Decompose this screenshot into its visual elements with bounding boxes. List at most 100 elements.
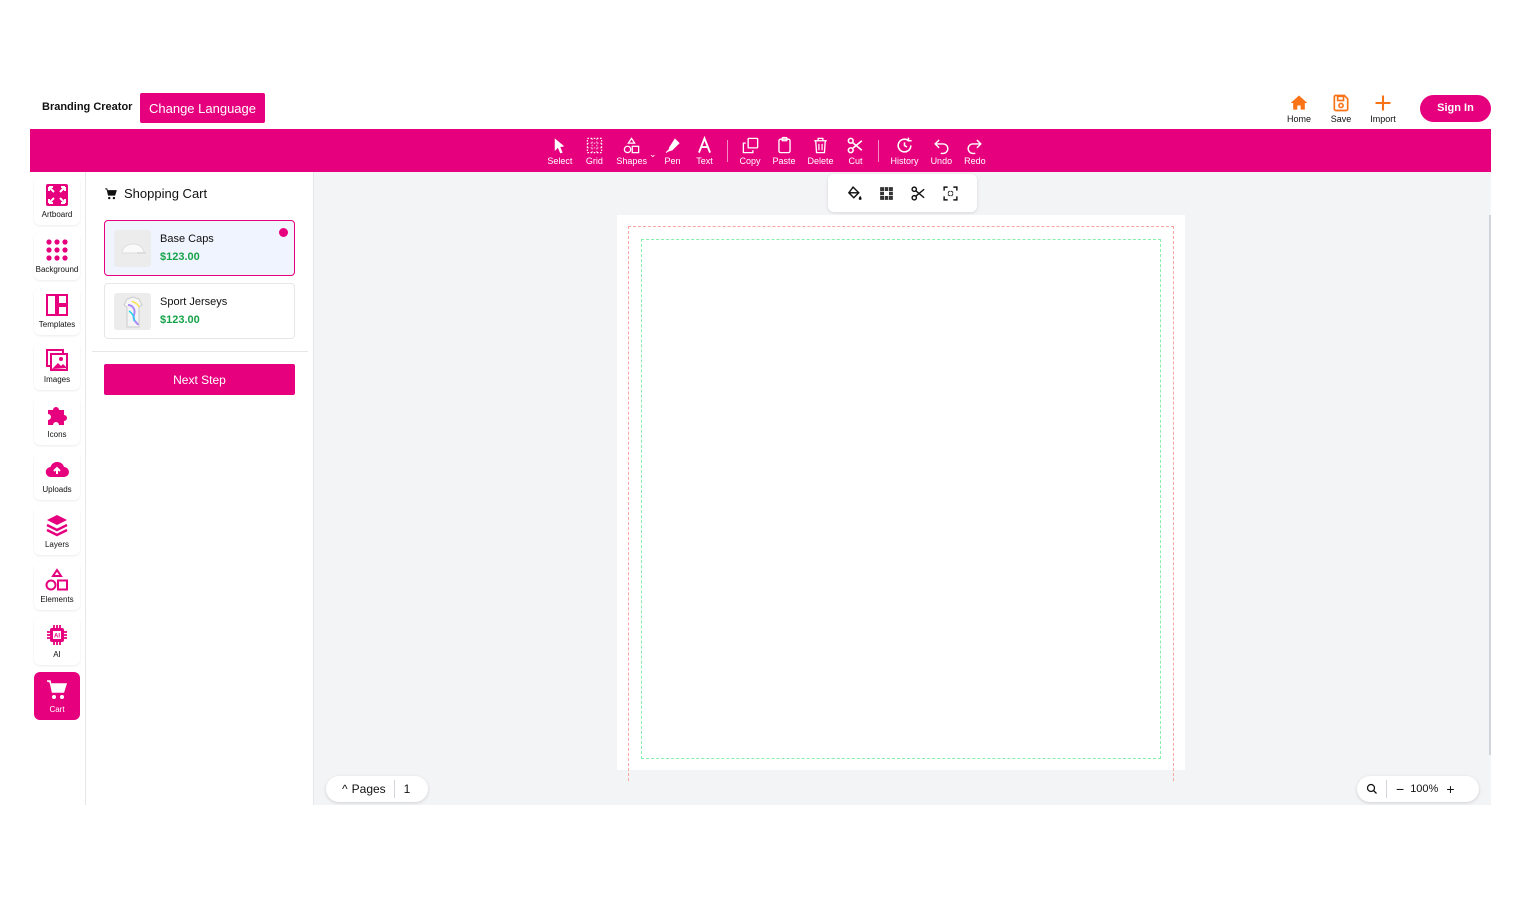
sidebar-item-label: Icons [47,430,67,439]
sidebar-item-ai[interactable]: AI AI [34,617,80,665]
zoom-search-button[interactable] [1357,780,1387,798]
cart-item[interactable]: Base Caps $123.00 [104,220,295,276]
sidebar-item-label: Background [35,265,79,274]
pen-label: Pen [664,155,681,166]
history-tool[interactable]: History [885,136,925,166]
text-tool[interactable]: Text [689,135,721,166]
undo-icon [933,138,949,154]
left-sidebar: Artboard Background Templates Images Ico… [30,172,86,805]
shapes-label: Shapes [616,155,647,166]
paste-tool[interactable]: Paste [767,136,802,166]
product-price: $123.00 [160,314,200,326]
grid-icon [586,137,603,153]
sidebar-item-uploads[interactable]: Uploads [34,452,80,500]
cursor-icon [555,137,565,153]
save-label: Save [1330,113,1352,124]
dots-grid-icon [46,239,68,261]
chip-icon: AI [47,625,67,645]
undo-label: Undo [930,155,953,166]
images-icon [46,349,68,371]
change-language-button[interactable]: Change Language [140,93,265,123]
divider [92,351,308,352]
zoom-out-button[interactable]: − [1387,781,1410,797]
cart-item[interactable]: Sport Jerseys $123.00 [104,283,295,339]
sidebar-item-label: Layers [44,540,69,549]
crop-frame-icon[interactable] [942,185,959,202]
pages-control[interactable]: ^ Pages 1 [326,776,428,802]
scissors-icon[interactable] [910,185,927,202]
sidebar-item-label: Templates [38,320,76,329]
paint-bucket-icon[interactable] [846,185,863,202]
shapes-icon [623,136,640,153]
undo-tool[interactable]: Undo [925,136,959,166]
sidebar-item-icons[interactable]: Icons [34,397,80,445]
sidebar-item-layers[interactable]: Layers [34,507,80,555]
grid-tool[interactable]: Grid [578,136,610,166]
product-thumbnail [114,293,151,330]
templates-icon [46,294,68,316]
pages-label: Pages [351,782,386,796]
sidebar-item-cart[interactable]: Cart [34,672,80,720]
home-button[interactable]: Home [1278,93,1320,124]
import-button[interactable]: Import [1362,93,1404,124]
page-number[interactable]: 1 [395,782,411,796]
save-button[interactable]: Save [1320,93,1362,124]
pen-tool[interactable]: Pen [657,136,689,166]
trash-icon [814,137,827,153]
select-tool[interactable]: Select [541,136,578,166]
redo-icon [967,138,983,154]
sign-in-button[interactable]: Sign In [1420,94,1491,122]
product-price: $123.00 [160,251,200,263]
next-step-button[interactable]: Next Step [104,364,295,395]
top-header: Branding Creator Change Language Home Sa… [30,87,1491,129]
paste-label: Paste [772,155,796,166]
safe-area-guide [641,239,1161,759]
texture-icon[interactable] [878,185,895,202]
select-label: Select [547,155,573,166]
sidebar-item-label: Uploads [42,485,72,494]
context-toolbar [828,174,977,212]
home-icon [1290,95,1308,110]
main-toolbar: Select Grid Shapes ⌄ Pen Text Copy Paste… [30,129,1491,172]
zoom-control: − 100% + [1357,776,1479,802]
header-actions: Home Save Import Sign In [1278,87,1491,129]
grid-label: Grid [585,155,603,166]
copy-tool[interactable]: Copy [734,136,767,166]
panel-title-text: Shopping Cart [124,186,208,201]
zoom-level: 100% [1410,783,1439,795]
chevron-down-icon[interactable]: ⌄ [649,149,657,160]
layers-icon [46,515,68,537]
shopping-cart-panel: Shopping Cart Base Caps $123.00 Sport Je… [86,172,314,805]
jersey-image [122,295,143,327]
copy-label: Copy [739,155,761,166]
sidebar-item-templates[interactable]: Templates [34,287,80,335]
sidebar-item-label: Cart [49,705,65,714]
history-icon [897,137,912,153]
redo-label: Redo [964,155,986,166]
zoom-in-button[interactable]: + [1438,781,1454,797]
vertical-scrollbar[interactable] [1489,215,1491,755]
scissors-icon [847,137,863,153]
pages-toggle[interactable]: ^ Pages [326,780,395,798]
sidebar-item-background[interactable]: Background [34,232,80,280]
import-label: Import [1370,113,1396,124]
toolbar-divider [877,139,879,162]
product-name: Base Caps [160,233,214,245]
shapes-tool[interactable]: Shapes [610,136,653,166]
sidebar-item-images[interactable]: Images [34,342,80,390]
canvas-workspace: ^ Pages 1 − 100% + [314,172,1491,805]
brand-title: Branding Creator [42,101,133,113]
pen-icon [665,137,680,153]
cut-tool[interactable]: Cut [840,136,872,166]
redo-tool[interactable]: Redo [958,136,992,166]
sidebar-item-artboard[interactable]: Artboard [34,177,80,225]
text-icon [698,135,711,153]
copy-icon [742,137,758,153]
product-thumbnail [114,230,151,267]
delete-tool[interactable]: Delete [802,136,840,166]
sidebar-item-elements[interactable]: Elements [34,562,80,610]
shapes-icon [45,568,68,591]
history-label: History [890,155,919,166]
app-root: Branding Creator Change Language Home Sa… [30,87,1491,805]
artboard-canvas[interactable] [617,215,1185,781]
